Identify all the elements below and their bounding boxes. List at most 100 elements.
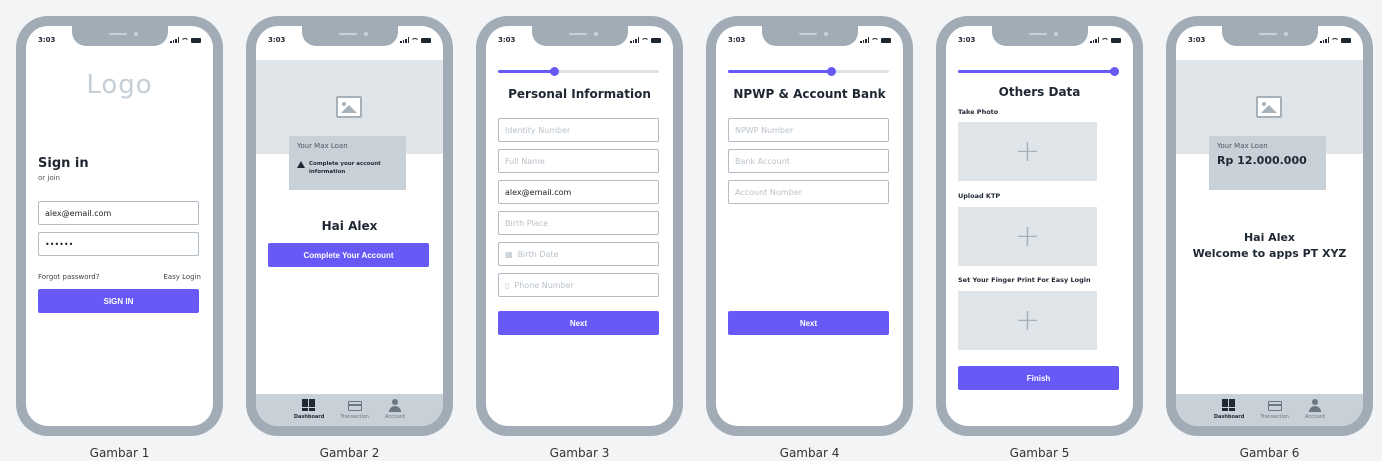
password-field[interactable]: •••••• bbox=[38, 232, 199, 256]
next-button[interactable]: Next bbox=[498, 311, 659, 335]
upload-ktp-upload[interactable]: + bbox=[958, 207, 1097, 266]
screen-dashboard-incomplete: 3:03 Your Max Loan Complete your account… bbox=[246, 16, 453, 460]
signal-icon bbox=[860, 37, 869, 43]
fingerprint-upload[interactable]: + bbox=[958, 291, 1097, 350]
status-bar: 3:03 bbox=[1188, 36, 1351, 48]
birth-place-field[interactable]: Birth Place bbox=[498, 211, 659, 235]
progress-knob bbox=[549, 67, 559, 76]
account-number-field[interactable]: Account Number bbox=[728, 180, 889, 204]
status-time: 3:03 bbox=[38, 36, 56, 44]
tab-account[interactable]: Account bbox=[385, 399, 405, 426]
status-time: 3:03 bbox=[1188, 36, 1206, 44]
signal-icon bbox=[630, 37, 639, 43]
calendar-icon: ▦ bbox=[505, 249, 513, 259]
tab-account[interactable]: Account bbox=[1305, 399, 1325, 426]
max-loan-card: Your Max Loan Complete your account info… bbox=[289, 136, 406, 190]
battery-icon bbox=[421, 37, 431, 43]
tab-transaction[interactable]: Transaction bbox=[340, 399, 369, 426]
login-links: Forgot password? Easy Login bbox=[38, 273, 201, 281]
status-bar: 3:03 bbox=[38, 36, 201, 48]
phone-number-field[interactable]: ▯ Phone Number bbox=[498, 273, 659, 297]
complete-account-warning: Complete your account information bbox=[297, 160, 398, 177]
birth-date-placeholder: Birth Date bbox=[517, 249, 559, 259]
join-link[interactable]: or join bbox=[38, 174, 60, 182]
phone-screen: 3:03 Personal Information Identity Numbe… bbox=[486, 26, 673, 426]
caption: Gambar 1 bbox=[89, 446, 150, 460]
bottom-tab-bar: Dashboard Transaction Account bbox=[256, 394, 443, 426]
card-icon bbox=[1267, 401, 1282, 411]
screen-npwp-account-bank: 3:03 NPWP & Account Bank NPWP Number Ban… bbox=[706, 16, 913, 460]
page-title: Sign in bbox=[38, 156, 89, 171]
warning-icon bbox=[297, 161, 305, 168]
step-progress bbox=[958, 67, 1119, 76]
phone-frame: 3:03 Your Max Loan Rp 12.000.000 Hai Ale… bbox=[1166, 16, 1373, 436]
status-bar: 3:03 bbox=[728, 36, 891, 48]
wifi-icon bbox=[871, 37, 879, 43]
tab-dashboard[interactable]: Dashboard bbox=[294, 399, 324, 426]
phone-icon: ▯ bbox=[505, 280, 510, 290]
step-progress bbox=[728, 67, 889, 76]
tab-label: Account bbox=[1304, 414, 1326, 420]
phone-frame: 3:03 Logo Sign in or join alex@email.com… bbox=[16, 16, 223, 436]
image-icon bbox=[1256, 96, 1282, 118]
battery-icon bbox=[191, 37, 201, 43]
tab-label: Transaction bbox=[1260, 414, 1289, 420]
phone-frame: 3:03 NPWP & Account Bank NPWP Number Ban… bbox=[706, 16, 913, 436]
status-bar: 3:03 bbox=[498, 36, 661, 48]
status-bar: 3:03 bbox=[958, 36, 1121, 48]
bank-account-field[interactable]: Bank Account bbox=[728, 149, 889, 173]
tab-label: Transaction bbox=[340, 414, 369, 420]
user-icon bbox=[1308, 399, 1322, 412]
plus-icon: + bbox=[1014, 302, 1041, 338]
max-loan-card: Your Max Loan Rp 12.000.000 bbox=[1209, 136, 1326, 190]
logo-placeholder: Logo bbox=[86, 70, 153, 100]
forgot-password-link[interactable]: Forgot password? bbox=[38, 273, 99, 281]
page-title: Others Data bbox=[998, 85, 1081, 99]
caption: Gambar 5 bbox=[1009, 446, 1070, 460]
status-time: 3:03 bbox=[728, 36, 746, 44]
identity-number-field[interactable]: Identity Number bbox=[498, 118, 659, 142]
tab-label: Dashboard bbox=[1213, 414, 1245, 420]
caption: Gambar 6 bbox=[1239, 446, 1300, 460]
finish-button[interactable]: Finish bbox=[958, 366, 1119, 390]
signal-icon bbox=[400, 37, 409, 43]
battery-icon bbox=[1341, 37, 1351, 43]
screen-sign-in: 3:03 Logo Sign in or join alex@email.com… bbox=[16, 16, 223, 460]
wifi-icon bbox=[1101, 37, 1109, 43]
status-bar: 3:03 bbox=[268, 36, 431, 48]
image-icon bbox=[336, 96, 362, 118]
signal-icon bbox=[170, 37, 179, 43]
max-loan-label: Your Max Loan bbox=[1217, 142, 1268, 150]
plus-icon: + bbox=[1014, 133, 1041, 169]
welcome-message: Hai Alex Welcome to apps PT XYZ bbox=[1176, 230, 1363, 262]
battery-icon bbox=[651, 37, 661, 43]
fingerprint-label: Set Your Finger Print For Easy Login bbox=[958, 276, 1091, 284]
upload-ktp-label: Upload KTP bbox=[958, 192, 1001, 200]
phone-screen: 3:03 NPWP & Account Bank NPWP Number Ban… bbox=[716, 26, 903, 426]
plus-icon: + bbox=[1014, 218, 1041, 254]
caption: Gambar 3 bbox=[549, 446, 610, 460]
email-field[interactable]: alex@email.com bbox=[38, 201, 199, 225]
max-loan-amount: Rp 12.000.000 bbox=[1217, 154, 1307, 167]
npwp-number-field[interactable]: NPWP Number bbox=[728, 118, 889, 142]
full-name-field[interactable]: Full Name bbox=[498, 149, 659, 173]
page-title: Personal Information bbox=[508, 87, 651, 101]
tab-transaction[interactable]: Transaction bbox=[1260, 399, 1289, 426]
wifi-icon bbox=[641, 37, 649, 43]
status-time: 3:03 bbox=[268, 36, 286, 44]
phone-screen: 3:03 Your Max Loan Complete your account… bbox=[256, 26, 443, 426]
greeting: Hai Alex bbox=[321, 219, 378, 233]
phone-screen: 3:03 Your Max Loan Rp 12.000.000 Hai Ale… bbox=[1176, 26, 1363, 426]
tab-label: Account bbox=[384, 414, 406, 420]
email-field[interactable]: alex@email.com bbox=[498, 180, 659, 204]
welcome-text: Welcome to apps PT XYZ bbox=[1192, 246, 1347, 260]
tab-dashboard[interactable]: Dashboard bbox=[1213, 399, 1245, 426]
sign-in-button[interactable]: SIGN IN bbox=[38, 289, 199, 313]
next-button[interactable]: Next bbox=[728, 311, 889, 335]
take-photo-upload[interactable]: + bbox=[958, 122, 1097, 181]
phone-number-placeholder: Phone Number bbox=[514, 280, 574, 290]
easy-login-link[interactable]: Easy Login bbox=[163, 273, 201, 281]
progress-knob bbox=[826, 67, 836, 76]
complete-account-button[interactable]: Complete Your Account bbox=[268, 243, 429, 267]
birth-date-field[interactable]: ▦ Birth Date bbox=[498, 242, 659, 266]
